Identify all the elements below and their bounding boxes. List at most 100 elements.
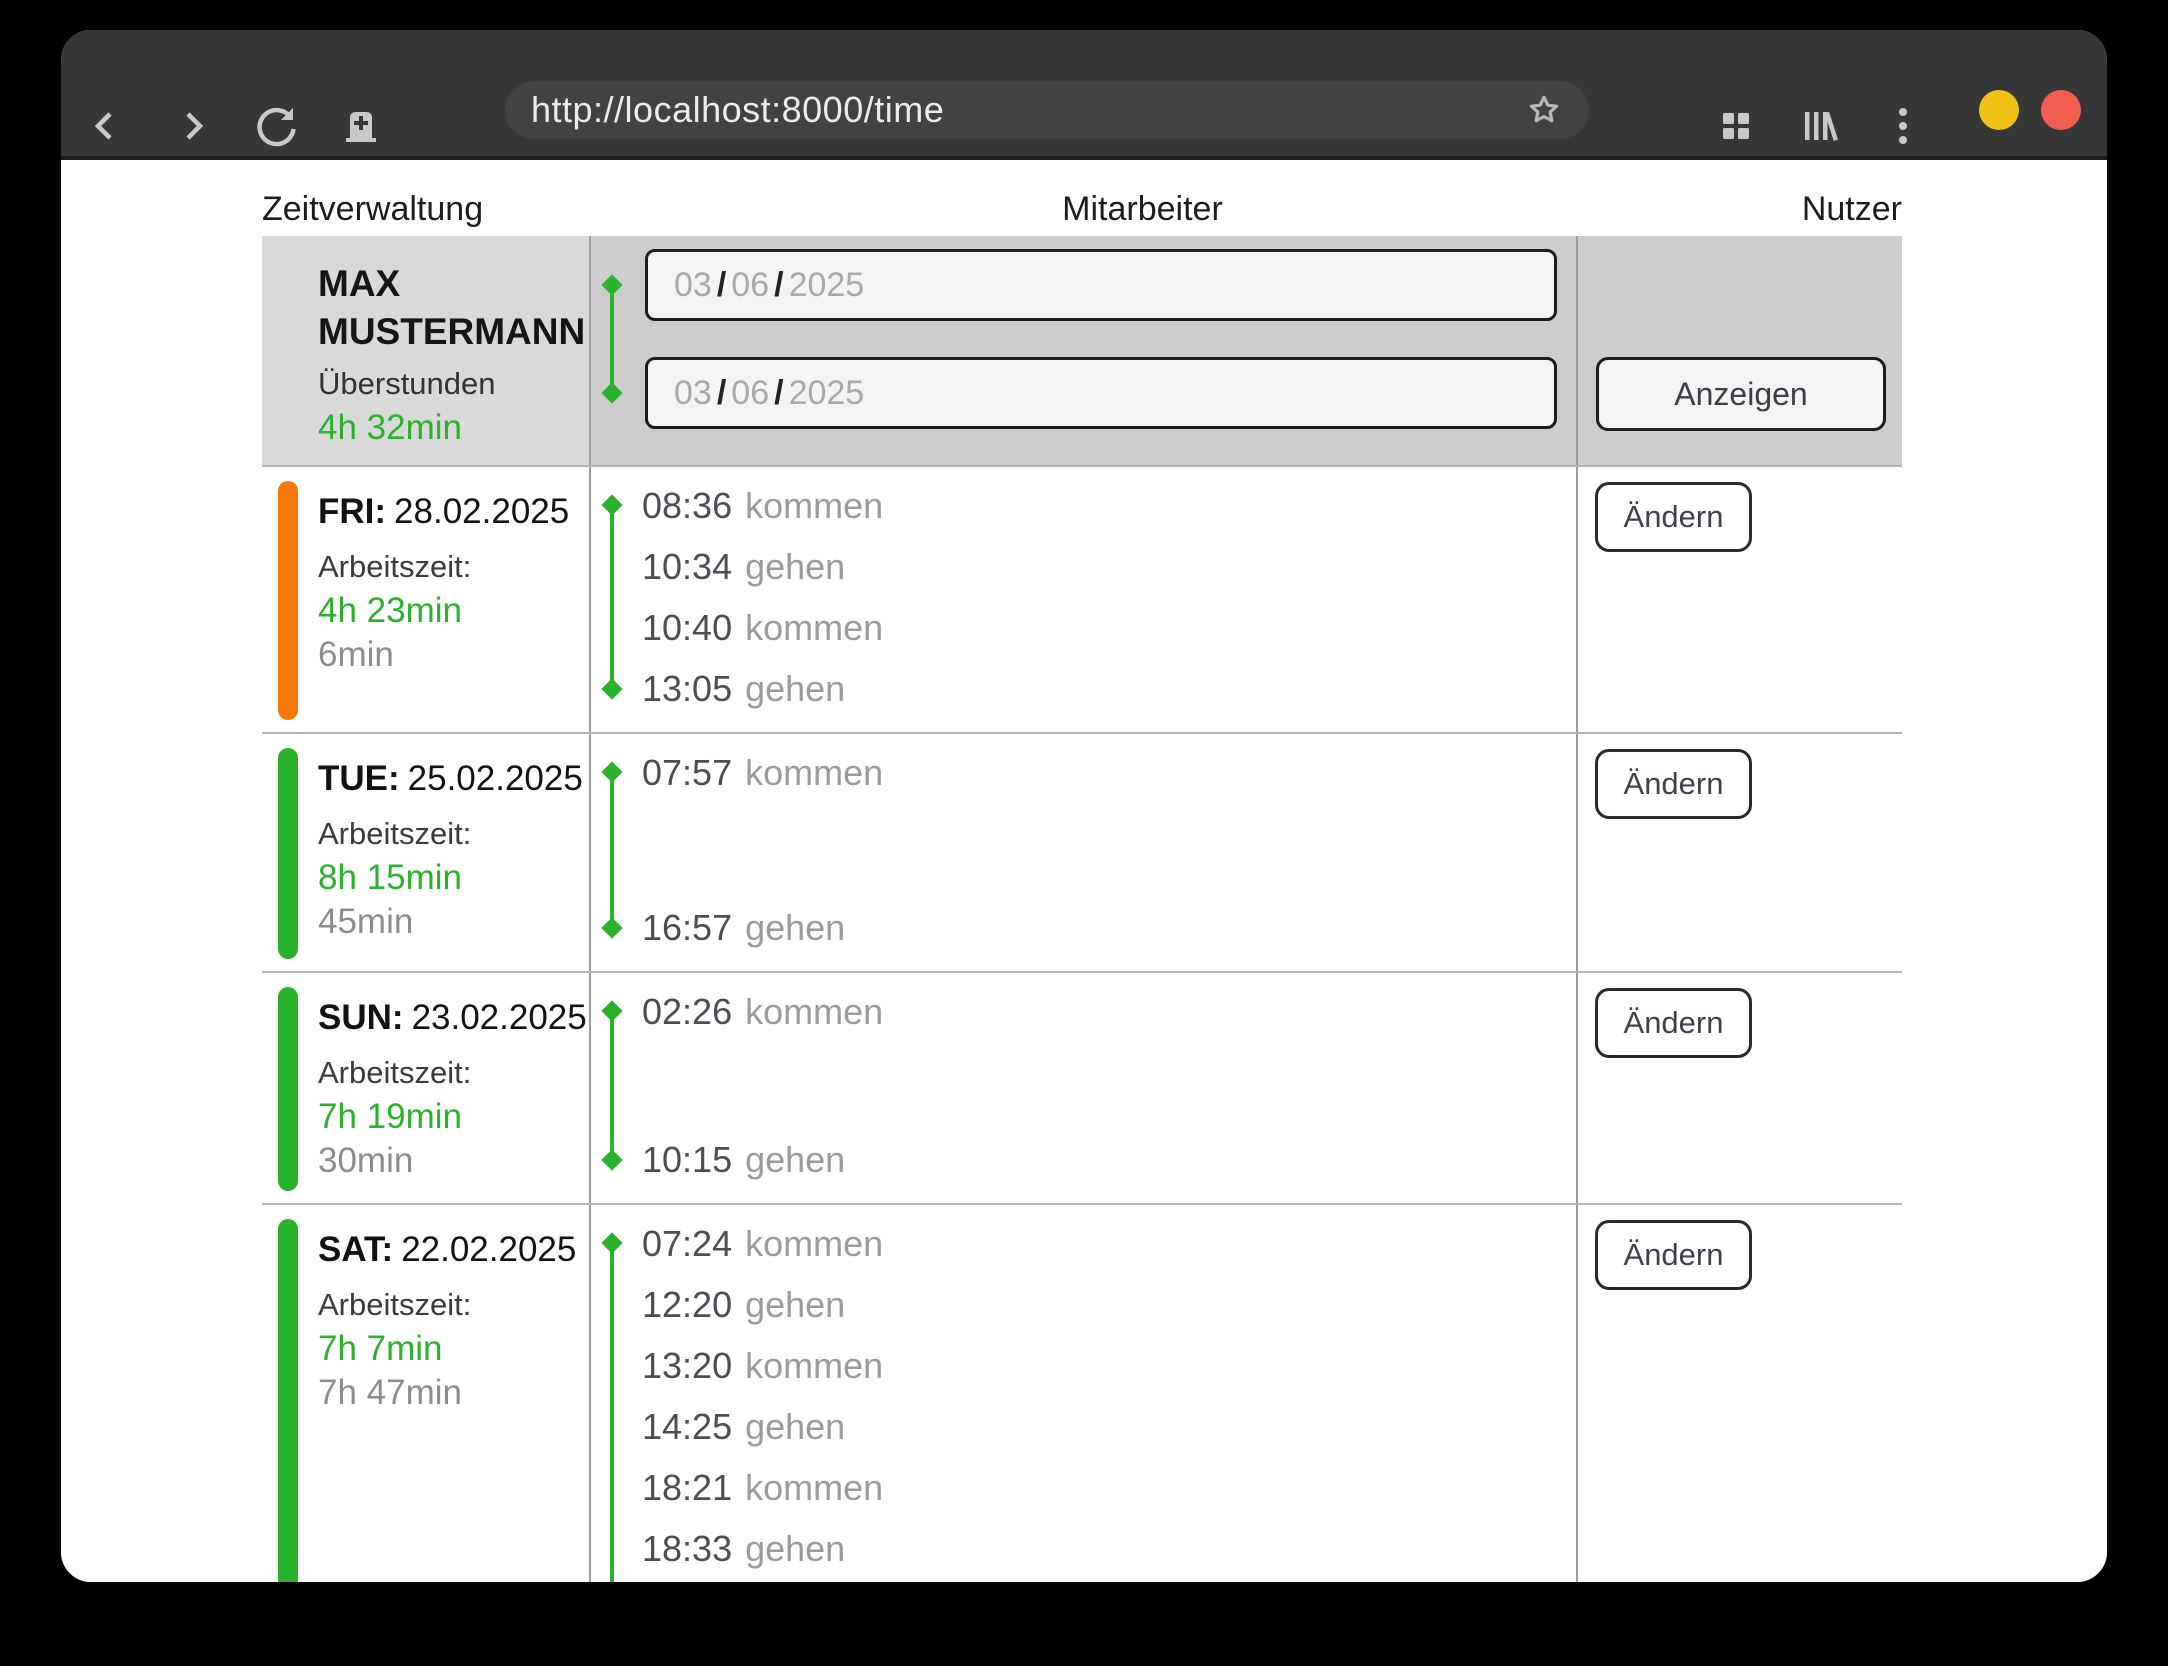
day-title: SUN:23.02.2025 xyxy=(318,997,589,1039)
day-action-cell: Ändern xyxy=(1576,973,1902,1203)
day-title: TUE:25.02.2025 xyxy=(318,758,589,800)
day-abbrev: SUN: xyxy=(318,998,404,1037)
nav-item-mitarbeiter[interactable]: Mitarbeiter xyxy=(1062,190,1223,229)
day-times-cell: 08:36kommen10:34gehen10:40kommen13:05geh… xyxy=(591,467,1576,732)
day-action-cell: Ändern xyxy=(1576,1205,1902,1582)
close-button[interactable] xyxy=(2041,90,2081,130)
day-title: FRI:28.02.2025 xyxy=(318,491,589,533)
entry-time: 07:24 xyxy=(642,1223,732,1264)
time-entry: 10:15gehen xyxy=(642,1129,1576,1190)
date-to-input[interactable]: 03/06/2025 xyxy=(645,357,1557,429)
time-entry: 10:40kommen xyxy=(642,597,1576,658)
day-abbrev: TUE: xyxy=(318,759,400,798)
time-entry: 13:20kommen xyxy=(642,1335,1576,1396)
date-to-month: 03 xyxy=(674,374,712,413)
entry-label: gehen xyxy=(745,1528,845,1569)
entry-label: kommen xyxy=(745,752,883,793)
time-entry: 02:26 kommen xyxy=(642,981,1576,1042)
worktime-value: 8h 15min xyxy=(318,856,589,900)
employee-summary: MAX MUSTERMANN Überstunden 4h 32min xyxy=(262,236,591,465)
worktime-label: Arbeitszeit: xyxy=(318,545,589,589)
menu-kebab-icon[interactable] xyxy=(1896,104,1910,148)
date-from-day: 06 xyxy=(731,266,769,305)
back-icon[interactable] xyxy=(88,107,122,145)
time-entry: 07:57kommen xyxy=(642,742,1576,803)
browser-toolbar: http://localhost:8000/time xyxy=(61,30,2107,160)
entry-time: 02:26 xyxy=(642,991,732,1032)
minimize-button[interactable] xyxy=(1979,90,2019,130)
entry-label: kommen xyxy=(745,485,883,526)
date-filter: 03/06/2025 03/06/2025 xyxy=(591,236,1576,465)
filter-actions: Anzeigen xyxy=(1576,236,1902,465)
time-entry: 08:36kommen xyxy=(642,475,1576,536)
forward-icon[interactable] xyxy=(176,107,210,145)
timeline-line xyxy=(610,1011,614,1160)
url-bar[interactable]: http://localhost:8000/time xyxy=(505,81,1589,139)
aendern-button[interactable]: Ändern xyxy=(1595,988,1752,1058)
browser-window: http://localhost:8000/time Zeitverw xyxy=(61,30,2107,1582)
date-from-year: 2025 xyxy=(789,266,865,305)
time-entry: 12:20 gehen xyxy=(642,1274,1576,1335)
worktime-extra: 6min xyxy=(318,633,589,677)
time-entries: 08:36kommen10:34gehen10:40kommen13:05geh… xyxy=(642,475,1576,719)
day-times-cell: 07:57kommen 16:57gehen xyxy=(591,734,1576,971)
date-from-input[interactable]: 03/06/2025 xyxy=(645,249,1557,321)
timeline-line xyxy=(610,505,614,689)
nav-item-nutzer[interactable]: Nutzer xyxy=(1802,190,1902,229)
entry-label: kommen xyxy=(745,991,883,1032)
nav-item-zeitverwaltung[interactable]: Zeitverwaltung xyxy=(262,190,483,229)
day-action-cell: Ändern xyxy=(1576,734,1902,971)
day-summary-cell: TUE:25.02.2025 Arbeitszeit: 8h 15min 45m… xyxy=(262,734,591,971)
day-date: 23.02.2025 xyxy=(412,998,587,1037)
date-to-year: 2025 xyxy=(789,374,865,413)
worktime-extra: 30min xyxy=(318,1139,589,1183)
reload-icon[interactable] xyxy=(255,104,299,148)
day-row: SUN:23.02.2025 Arbeitszeit: 7h 19min 30m… xyxy=(262,971,1902,1203)
worktime-value: 7h 19min xyxy=(318,1095,589,1139)
entry-time: 10:40 xyxy=(642,607,732,648)
grid-view-icon[interactable] xyxy=(1717,107,1755,145)
aendern-button[interactable]: Ändern xyxy=(1595,482,1752,552)
day-date: 28.02.2025 xyxy=(394,492,569,531)
time-entry: 07:24 kommen xyxy=(642,1213,1576,1274)
worktime-value: 7h 7min xyxy=(318,1327,589,1371)
entry-label: gehen xyxy=(745,668,845,709)
date-separator: / xyxy=(769,266,788,305)
aendern-button[interactable]: Ändern xyxy=(1595,749,1752,819)
entry-label: gehen xyxy=(745,1284,845,1325)
entry-time: 18:33 xyxy=(642,1528,732,1569)
worktime-label: Arbeitszeit: xyxy=(318,812,589,856)
day-row: FRI:28.02.2025 Arbeitszeit: 4h 23min 6mi… xyxy=(262,465,1902,732)
entry-time: 18:21 xyxy=(642,1467,732,1508)
timeline-line xyxy=(610,772,614,928)
time-entries: 02:26 kommen 10:15gehen xyxy=(642,981,1576,1190)
entry-label: kommen xyxy=(745,1223,883,1264)
anzeigen-button[interactable]: Anzeigen xyxy=(1596,357,1886,431)
main-nav: Zeitverwaltung Mitarbeiter Nutzer xyxy=(262,164,1902,236)
time-entry: 14:25gehen xyxy=(642,1396,1576,1457)
worktime-extra: 45min xyxy=(318,900,589,944)
date-separator: / xyxy=(712,374,731,413)
date-separator: / xyxy=(712,266,731,305)
entry-time: 10:34 xyxy=(642,546,732,587)
aendern-button[interactable]: Ändern xyxy=(1595,1220,1752,1290)
day-status-bar xyxy=(278,987,298,1191)
entry-time: 12:20 xyxy=(642,1284,732,1325)
day-status-bar xyxy=(278,481,298,720)
entry-label: kommen xyxy=(745,1467,883,1508)
day-summary-cell: FRI:28.02.2025 Arbeitszeit: 4h 23min 6mi… xyxy=(262,467,591,732)
entry-label: gehen xyxy=(745,907,845,948)
bookmark-star-icon[interactable] xyxy=(1527,93,1561,127)
time-entry: 13:05 gehen xyxy=(642,658,1576,719)
day-action-cell: Ändern xyxy=(1576,467,1902,732)
library-icon[interactable] xyxy=(1798,106,1842,146)
worktime-value: 4h 23min xyxy=(318,589,589,633)
entry-label: gehen xyxy=(745,1139,845,1180)
time-entry: 16:57gehen xyxy=(642,897,1576,958)
time-entry: 21:04kommen xyxy=(642,1579,1576,1582)
entry-time: 13:05 xyxy=(642,668,732,709)
new-tab-icon[interactable] xyxy=(340,105,382,147)
day-times-cell: 07:24kommen12:20gehen13:20kommen14:25geh… xyxy=(591,1205,1576,1582)
day-row: TUE:25.02.2025 Arbeitszeit: 8h 15min 45m… xyxy=(262,732,1902,971)
entry-time: 14:25 xyxy=(642,1406,732,1447)
